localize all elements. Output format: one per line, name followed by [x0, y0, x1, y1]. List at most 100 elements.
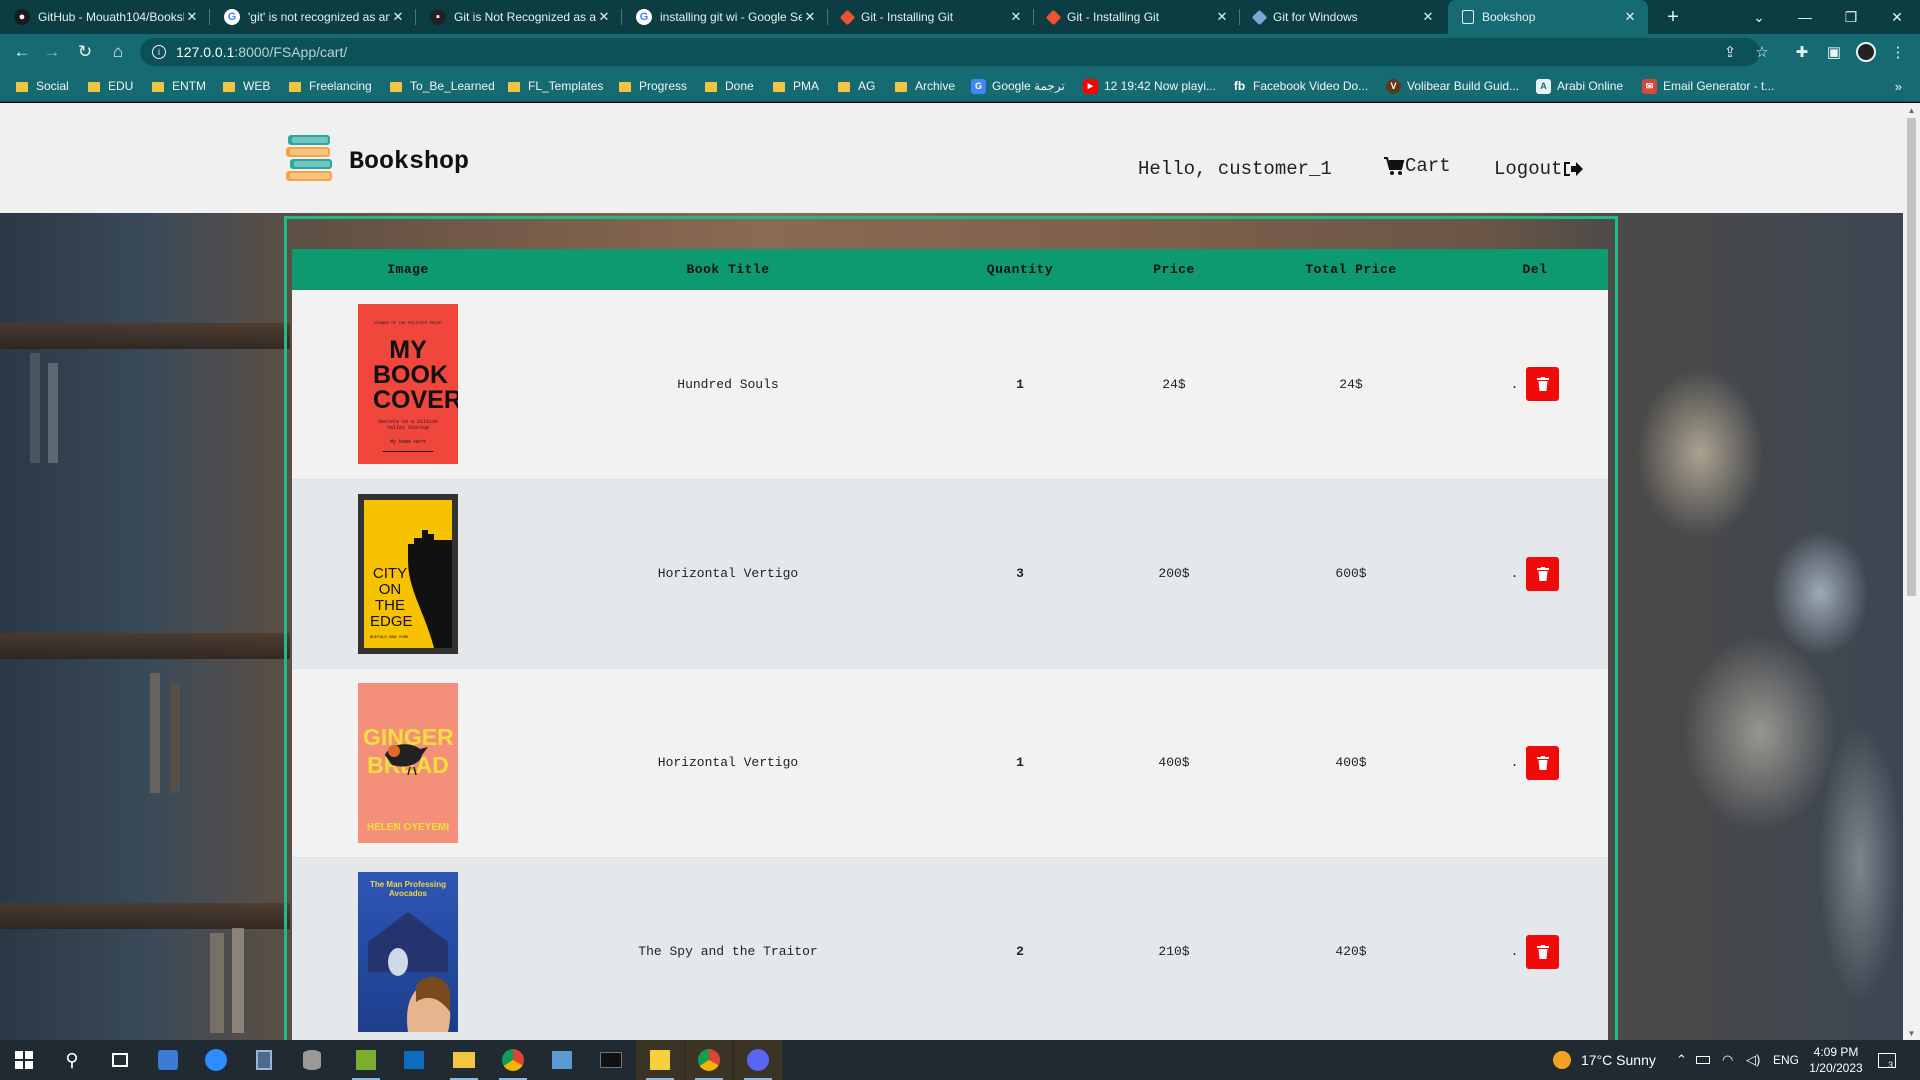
task-view-icon[interactable] — [96, 1040, 144, 1080]
bookmark-email-generator[interactable]: ✉ Email Generator - t... — [1642, 70, 1774, 102]
home-icon[interactable]: ⌂ — [104, 38, 132, 66]
bookshop-logo-icon[interactable] — [284, 133, 336, 183]
bookmark-label: ENTM — [172, 79, 206, 93]
url-host: 127.0.0.1 — [176, 44, 235, 60]
tab-git-installing-2[interactable]: Git - Installing Git ✕ — [1034, 0, 1240, 34]
bookmark-folder-edu[interactable]: EDU — [88, 70, 133, 102]
chrome-app-icon[interactable] — [489, 1040, 537, 1080]
bookmark-youtube[interactable]: ▶ 12 19:42 Now playi... — [1083, 70, 1216, 102]
search-icon[interactable]: ⚲ — [48, 1040, 96, 1080]
close-icon[interactable]: ✕ — [802, 9, 818, 25]
logout-link[interactable]: Logout — [1494, 158, 1584, 180]
book-cover-image[interactable]: WINNER OF THE POLITZER PRIZE MY BOOK COV… — [358, 304, 458, 465]
new-tab-button[interactable]: + — [1658, 0, 1688, 34]
restore-button[interactable]: ❐ — [1828, 0, 1874, 34]
forward-arrow-icon[interactable]: → — [38, 38, 66, 66]
xampp-app-icon[interactable] — [342, 1040, 390, 1080]
clock[interactable]: 4:09 PM 1/20/2023 — [1806, 1040, 1866, 1080]
delete-button[interactable] — [1526, 745, 1560, 780]
network-manager-app-icon[interactable] — [144, 1040, 192, 1080]
scroll-up-arrow-icon[interactable]: ▲ — [1903, 103, 1920, 117]
menu-dots-icon[interactable]: ⋮ — [1884, 38, 1912, 66]
book-cover-image[interactable]: CITY ON THE EDGE BUFFALO NEW YORK — [358, 493, 458, 654]
close-icon[interactable]: ✕ — [390, 9, 406, 25]
book-cover-image[interactable]: GINGER BREAD HELEN OYEYEMI — [358, 682, 458, 843]
bookmark-folder-progress[interactable]: Progress — [619, 70, 687, 102]
minimize-button[interactable]: — — [1782, 0, 1828, 34]
delete-button[interactable] — [1526, 556, 1560, 591]
book-cover-image[interactable]: The Man Professing Avocados — [358, 871, 458, 1032]
bookmark-folder-social[interactable]: Social — [16, 70, 69, 102]
del-wrap: . — [1462, 745, 1608, 780]
close-icon[interactable]: ✕ — [184, 9, 200, 25]
scrollbar-thumb[interactable] — [1907, 118, 1916, 596]
file-explorer-app-icon[interactable] — [440, 1040, 488, 1080]
battery-icon[interactable] — [1696, 1040, 1710, 1080]
page-scrollbar[interactable]: ▲ ▼ — [1903, 103, 1920, 1040]
delete-button[interactable] — [1526, 367, 1560, 402]
browser-toolbar: ← → ↻ ⌂ i 127.0.0.1:8000/FSApp/cart/ ⇪ ☆… — [0, 34, 1920, 70]
bookmark-folder-done[interactable]: Done — [705, 70, 754, 102]
wifi-icon[interactable]: ◠ — [1722, 1040, 1733, 1080]
sticky-notes-app-icon[interactable] — [636, 1040, 684, 1080]
more-bookmarks-chevron[interactable]: » — [1895, 70, 1902, 102]
side-panel-icon[interactable]: ▣ — [1820, 38, 1848, 66]
address-bar[interactable]: i 127.0.0.1:8000/FSApp/cart/ — [140, 38, 1760, 66]
zoom-app-icon[interactable] — [192, 1040, 240, 1080]
volibear-icon: V — [1386, 78, 1401, 94]
bookmark-label: EDU — [108, 79, 134, 93]
scroll-down-arrow-icon[interactable]: ▼ — [1903, 1026, 1920, 1040]
close-window-button[interactable]: ✕ — [1874, 0, 1920, 34]
tab-git-installing-1[interactable]: Git - Installing Git ✕ — [828, 0, 1034, 34]
bookmark-folder-freelancing[interactable]: Freelancing — [289, 70, 372, 102]
calculator-app-icon[interactable] — [240, 1040, 288, 1080]
weather-widget[interactable]: 17°C Sunny — [1553, 1040, 1656, 1080]
bookmark-folder-to-be-learned[interactable]: To_Be_Learned — [390, 70, 495, 102]
bookmark-folder-entm[interactable]: ENTM — [152, 70, 206, 102]
delete-button[interactable] — [1526, 934, 1560, 969]
tab-git-for-windows[interactable]: Git for Windows ✕ — [1240, 0, 1446, 34]
cover-main-title: CITY ON THE EDGE — [370, 564, 413, 630]
bookmark-google-translate[interactable]: G Google ترجمة — [971, 70, 1065, 102]
site-info-icon[interactable]: i — [152, 45, 166, 59]
bookmark-folder-archive[interactable]: Archive — [895, 70, 955, 102]
chrome-app-icon-2[interactable] — [685, 1040, 733, 1080]
tab-bookshop[interactable]: Bookshop ✕ — [1448, 0, 1648, 34]
bookmark-folder-fl-templates[interactable]: FL_Templates — [508, 70, 603, 102]
close-icon[interactable]: ✕ — [1008, 9, 1024, 25]
close-icon[interactable]: ✕ — [596, 9, 612, 25]
tab-git-not-recognized-article[interactable]: ▪ Git is Not Recognized as an Internal ✕ — [416, 0, 622, 34]
bookmark-folder-pma[interactable]: PMA — [773, 70, 819, 102]
profile-avatar[interactable] — [1852, 38, 1880, 66]
bookmark-arabi-online[interactable]: A Arabi Online — [1536, 70, 1623, 102]
discord-app-icon[interactable] — [734, 1040, 782, 1080]
back-arrow-icon[interactable]: ← — [8, 38, 36, 66]
brand-name[interactable]: Bookshop — [349, 147, 469, 176]
reload-icon[interactable]: ↻ — [71, 38, 99, 66]
windows-start-icon[interactable] — [0, 1040, 48, 1080]
cover-divider — [383, 451, 433, 453]
tab-github[interactable]: ● GitHub - Mouath104/Bookshop ✕ — [0, 0, 210, 34]
language-indicator[interactable]: ENG — [1773, 1040, 1799, 1080]
close-icon[interactable]: ✕ — [1420, 9, 1436, 25]
tab-git-not-recognized-search[interactable]: G 'git' is not recognized as an internal… — [210, 0, 416, 34]
notifications-icon[interactable]: 3 — [1878, 1040, 1896, 1080]
volume-icon[interactable]: ◁) — [1746, 1040, 1760, 1080]
bookmark-folder-ag[interactable]: AG — [838, 70, 875, 102]
show-hidden-icons-chevron[interactable]: ⌃ — [1676, 1040, 1687, 1080]
close-icon[interactable]: ✕ — [1622, 9, 1638, 25]
extensions-puzzle-icon[interactable]: ✚ — [1788, 38, 1816, 66]
bookmark-star-icon[interactable]: ☆ — [1748, 38, 1776, 66]
share-icon[interactable]: ⇪ — [1716, 38, 1744, 66]
bookmark-folder-web[interactable]: WEB — [223, 70, 270, 102]
bookmark-volibear[interactable]: V Volibear Build Guid... — [1386, 70, 1519, 102]
outlook-app-icon[interactable] — [390, 1040, 438, 1080]
remote-desktop-app-icon[interactable] — [538, 1040, 586, 1080]
terminal-app-icon[interactable] — [587, 1040, 635, 1080]
tab-installing-git-search[interactable]: G installing git wi - Google Search ✕ — [622, 0, 828, 34]
tab-search-chevron-icon[interactable]: ⌄ — [1736, 0, 1782, 34]
database-app-icon[interactable] — [288, 1040, 336, 1080]
bookmark-facebook-video[interactable]: fb Facebook Video Do... — [1232, 70, 1368, 102]
close-icon[interactable]: ✕ — [1214, 9, 1230, 25]
cart-link[interactable]: Cart — [1383, 155, 1451, 177]
